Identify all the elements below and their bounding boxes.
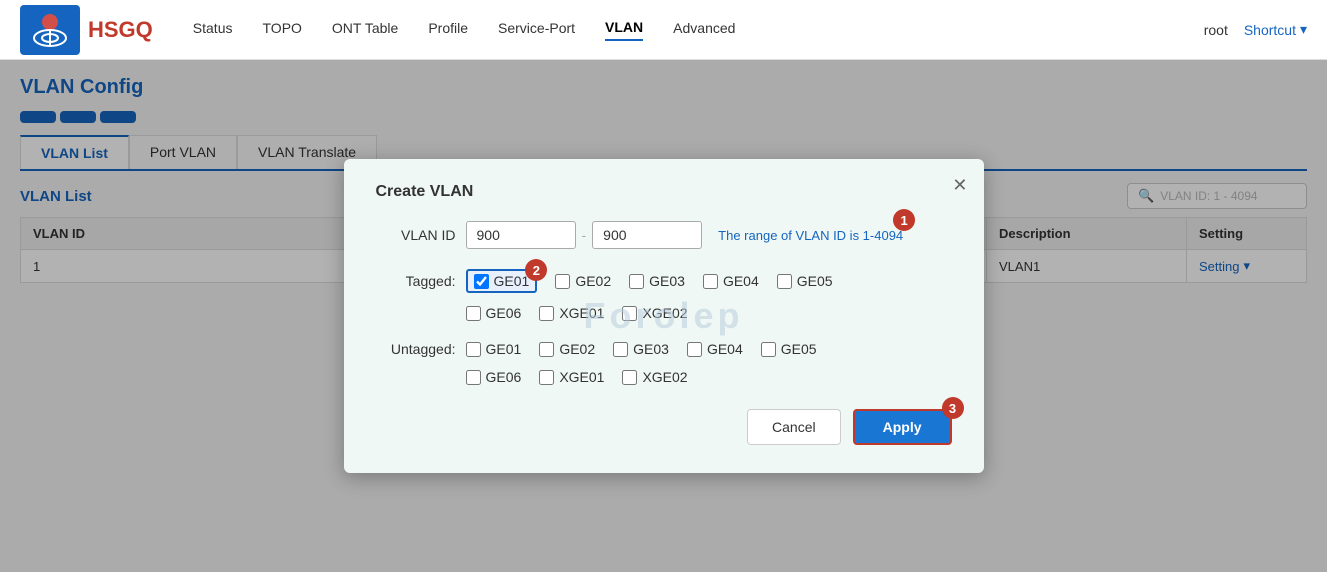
untagged-ge04-checkbox[interactable] [687,342,702,357]
tagged-ge04-checkbox[interactable] [703,274,718,289]
tagged-ge03-checkbox[interactable] [629,274,644,289]
nav-shortcut[interactable]: Shortcut ▾ [1244,21,1307,38]
header: HSGQ Status TOPO ONT Table Profile Servi… [0,0,1327,60]
untagged-xge01-checkbox[interactable] [539,370,554,385]
vlan-id-end-input[interactable] [592,221,702,249]
page-content: VLAN Config VLAN List Port VLAN VLAN Tra… [0,60,1327,572]
logo-area: HSGQ [20,5,153,55]
tagged-ge06-item: GE06 [466,305,522,321]
logo-icon [30,12,70,48]
tagged-ge02-label: GE02 [575,273,611,289]
nav-links: Status TOPO ONT Table Profile Service-Po… [193,19,1204,41]
untagged-ge01-item: GE01 [466,341,522,357]
tagged-ge05-label: GE05 [797,273,833,289]
untagged-ge02-item: GE02 [539,341,595,357]
untagged-xge02-checkbox[interactable] [622,370,637,385]
create-vlan-modal: Forolep Create VLAN ✕ VLAN ID 1 - The ra… [344,159,984,473]
tagged-ge02-item: GE02 [555,273,611,289]
nav-right: root Shortcut ▾ [1204,21,1307,38]
untagged-ge03-checkbox[interactable] [613,342,628,357]
annotation-badge-1: 1 [893,209,915,231]
untagged-xge02-label: XGE02 [642,369,687,385]
modal-title: Create VLAN [376,183,952,201]
nav-service-port[interactable]: Service-Port [498,20,575,40]
cancel-button[interactable]: Cancel [747,409,841,445]
chevron-down-icon: ▾ [1300,21,1307,38]
untagged-ge06-item: GE06 [466,369,522,385]
tagged-ge06-label: GE06 [486,305,522,321]
modal-close-button[interactable]: ✕ [952,175,967,196]
tagged-ge06-checkbox[interactable] [466,306,481,321]
untagged-label: Untagged: [376,341,456,357]
tagged-ge01-checkbox[interactable] [474,274,489,289]
untagged-row: Untagged: GE01 GE02 GE03 [376,341,952,385]
nav-status[interactable]: Status [193,20,233,40]
untagged-ge06-checkbox[interactable] [466,370,481,385]
separator: - [582,227,587,243]
tagged-checkboxes-row2: GE06 XGE01 XGE02 [466,305,688,321]
untagged-ge04-label: GE04 [707,341,743,357]
untagged-ge05-item: GE05 [761,341,817,357]
untagged-ge01-checkbox[interactable] [466,342,481,357]
vlan-id-inputs: 1 - The range of VLAN ID is 1-4094 [466,221,904,249]
tagged-ge03-item: GE03 [629,273,685,289]
untagged-xge01-item: XGE01 [539,369,604,385]
tagged-ge04-label: GE04 [723,273,759,289]
vlan-id-start-input[interactable] [466,221,576,249]
tagged-xge02-checkbox[interactable] [622,306,637,321]
tagged-xge02-label: XGE02 [642,305,687,321]
nav-profile[interactable]: Profile [428,20,468,40]
untagged-ge03-item: GE03 [613,341,669,357]
untagged-xge02-item: XGE02 [622,369,687,385]
tagged-label: Tagged: [376,273,456,289]
tagged-ge02-checkbox[interactable] [555,274,570,289]
tagged-ge04-item: GE04 [703,273,759,289]
apply-button[interactable]: Apply 3 [853,409,952,445]
nav-topo[interactable]: TOPO [263,20,302,40]
tagged-checkboxes-row1: 2 GE01 GE02 GE03 [466,269,833,293]
annotation-badge-3: 3 [942,397,964,419]
nav-ont-table[interactable]: ONT Table [332,20,398,40]
vlan-id-row: VLAN ID 1 - The range of VLAN ID is 1-40… [376,221,952,249]
untagged-ge06-label: GE06 [486,369,522,385]
untagged-ge05-label: GE05 [781,341,817,357]
untagged-ge01-label: GE01 [486,341,522,357]
tagged-ge05-item: GE05 [777,273,833,289]
range-hint: The range of VLAN ID is 1-4094 [718,228,903,243]
untagged-checkboxes-row2: GE06 XGE01 XGE02 [466,369,688,385]
untagged-ge03-label: GE03 [633,341,669,357]
untagged-checkboxes-row1: GE01 GE02 GE03 GE04 [466,341,817,357]
tagged-ge05-checkbox[interactable] [777,274,792,289]
tagged-xge02-item: XGE02 [622,305,687,321]
annotation-badge-2: 2 [525,259,547,281]
tagged-xge01-item: XGE01 [539,305,604,321]
untagged-ge05-checkbox[interactable] [761,342,776,357]
tagged-row: Tagged: 2 GE01 GE02 [376,269,952,321]
nav-user[interactable]: root [1204,22,1228,38]
untagged-xge01-label: XGE01 [559,369,604,385]
nav-advanced[interactable]: Advanced [673,20,735,40]
tagged-xge01-checkbox[interactable] [539,306,554,321]
tagged-ge03-label: GE03 [649,273,685,289]
nav-vlan[interactable]: VLAN [605,19,643,41]
logo-box [20,5,80,55]
untagged-ge04-item: GE04 [687,341,743,357]
untagged-ge02-label: GE02 [559,341,595,357]
modal-footer: Cancel Apply 3 [376,409,952,445]
logo-text: HSGQ [88,17,153,43]
vlan-id-label: VLAN ID [376,227,456,243]
untagged-ge02-checkbox[interactable] [539,342,554,357]
tagged-ge01-item: 2 GE01 [466,269,538,293]
modal-backdrop: Forolep Create VLAN ✕ VLAN ID 1 - The ra… [0,60,1327,572]
tagged-ge01-label: GE01 [494,273,530,289]
tagged-xge01-label: XGE01 [559,305,604,321]
